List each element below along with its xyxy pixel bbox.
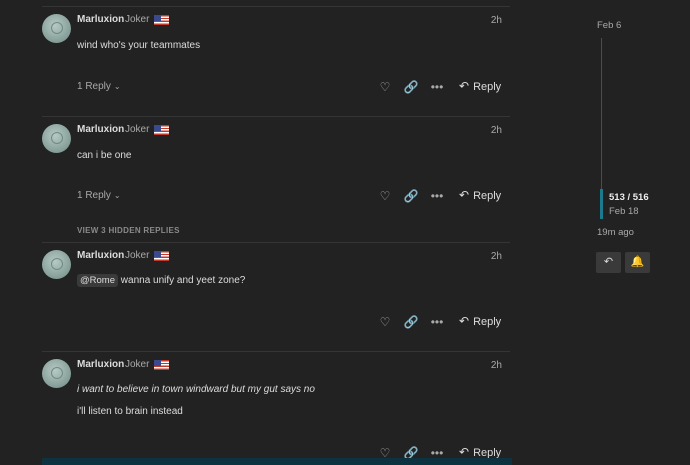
view-hidden-replies-link[interactable]: VIEW 3 HIDDEN REPLIES bbox=[77, 226, 180, 235]
avatar[interactable] bbox=[42, 359, 71, 388]
post-author[interactable]: Marluxion bbox=[77, 359, 124, 370]
reply-arrow-icon: ↶ bbox=[603, 256, 614, 268]
reply-button[interactable]: ↶ Reply bbox=[459, 314, 501, 328]
post-time[interactable]: 2h bbox=[491, 125, 502, 136]
us-flag-icon bbox=[154, 15, 169, 25]
post-2: Marluxion Joker 2h can i be one 1 Reply ⌄… bbox=[42, 117, 510, 222]
replies-label: 1 Reply bbox=[77, 190, 111, 201]
us-flag-icon bbox=[154, 125, 169, 135]
post-author[interactable]: Marluxion bbox=[77, 124, 124, 135]
replies-label: 1 Reply bbox=[77, 81, 111, 92]
post-text-line-1: i want to believe in town windward but m… bbox=[77, 384, 315, 395]
post-author[interactable]: Marluxion bbox=[77, 14, 124, 25]
avatar[interactable] bbox=[42, 14, 71, 43]
post-4: Marluxion Joker 2h i want to believe in … bbox=[42, 352, 510, 460]
bell-icon: 🔔 bbox=[630, 256, 645, 268]
user-title: Joker bbox=[125, 14, 150, 25]
post-text-content: wanna unify and yeet zone? bbox=[120, 275, 246, 286]
timeline-track[interactable] bbox=[601, 38, 602, 190]
heart-icon[interactable]: ♡ bbox=[377, 314, 393, 330]
chevron-down-icon: ⌄ bbox=[113, 82, 121, 91]
post-text: can i be one bbox=[77, 150, 132, 161]
link-icon[interactable]: 🔗 bbox=[403, 314, 419, 330]
post-time[interactable]: 2h bbox=[491, 15, 502, 26]
reply-arrow-icon: ↶ bbox=[459, 445, 470, 459]
timeline-scroller-handle[interactable] bbox=[600, 189, 603, 219]
link-icon[interactable]: 🔗 bbox=[403, 79, 419, 95]
ellipsis-icon[interactable]: ••• bbox=[429, 79, 445, 95]
notification-button[interactable]: 🔔 bbox=[625, 252, 650, 273]
us-flag-icon bbox=[154, 251, 169, 261]
post-text: wind who's your teammates bbox=[77, 40, 201, 51]
composer-bar[interactable] bbox=[42, 458, 512, 465]
timeline-position: 513 / 516 bbox=[609, 192, 649, 203]
heart-icon[interactable]: ♡ bbox=[377, 79, 393, 95]
user-title: Joker bbox=[125, 359, 150, 370]
link-icon[interactable]: 🔗 bbox=[403, 188, 419, 204]
post-time[interactable]: 2h bbox=[491, 251, 502, 262]
replies-toggle[interactable]: 1 Reply ⌄ bbox=[77, 190, 121, 201]
reply-arrow-icon: ↶ bbox=[459, 188, 470, 202]
post-author[interactable]: Marluxion bbox=[77, 250, 124, 261]
post-text-line-2: i'll listen to brain instead bbox=[77, 406, 183, 417]
user-mention[interactable]: @Rome bbox=[77, 274, 118, 287]
chevron-down-icon: ⌄ bbox=[113, 191, 121, 200]
heart-icon[interactable]: ♡ bbox=[377, 188, 393, 204]
timeline-start-date[interactable]: Feb 6 bbox=[597, 20, 621, 31]
reply-label: Reply bbox=[473, 316, 502, 328]
post-time[interactable]: 2h bbox=[491, 360, 502, 371]
user-title: Joker bbox=[125, 250, 150, 261]
reply-arrow-icon: ↶ bbox=[459, 79, 470, 93]
avatar[interactable] bbox=[42, 250, 71, 279]
reply-arrow-icon: ↶ bbox=[459, 314, 470, 328]
reply-label: Reply bbox=[473, 190, 502, 202]
reply-button[interactable]: ↶ Reply bbox=[459, 445, 501, 459]
ellipsis-icon[interactable]: ••• bbox=[429, 314, 445, 330]
replies-toggle[interactable]: 1 Reply ⌄ bbox=[77, 81, 121, 92]
avatar[interactable] bbox=[42, 124, 71, 153]
reply-button[interactable]: ↶ Reply bbox=[459, 188, 501, 202]
reply-label: Reply bbox=[473, 81, 502, 93]
post-1: Marluxion Joker 2h wind who's your teamm… bbox=[42, 7, 510, 112]
timeline-reply-button[interactable]: ↶ bbox=[596, 252, 621, 273]
post-text: @Rome wanna unify and yeet zone? bbox=[77, 274, 246, 287]
post-3: Marluxion Joker 2h @Rome wanna unify and… bbox=[42, 243, 510, 348]
timeline-current-date: Feb 18 bbox=[609, 206, 639, 217]
user-title: Joker bbox=[125, 124, 150, 135]
timeline-last-activity[interactable]: 19m ago bbox=[597, 227, 634, 238]
reply-button[interactable]: ↶ Reply bbox=[459, 79, 501, 93]
ellipsis-icon[interactable]: ••• bbox=[429, 188, 445, 204]
us-flag-icon bbox=[154, 360, 169, 370]
